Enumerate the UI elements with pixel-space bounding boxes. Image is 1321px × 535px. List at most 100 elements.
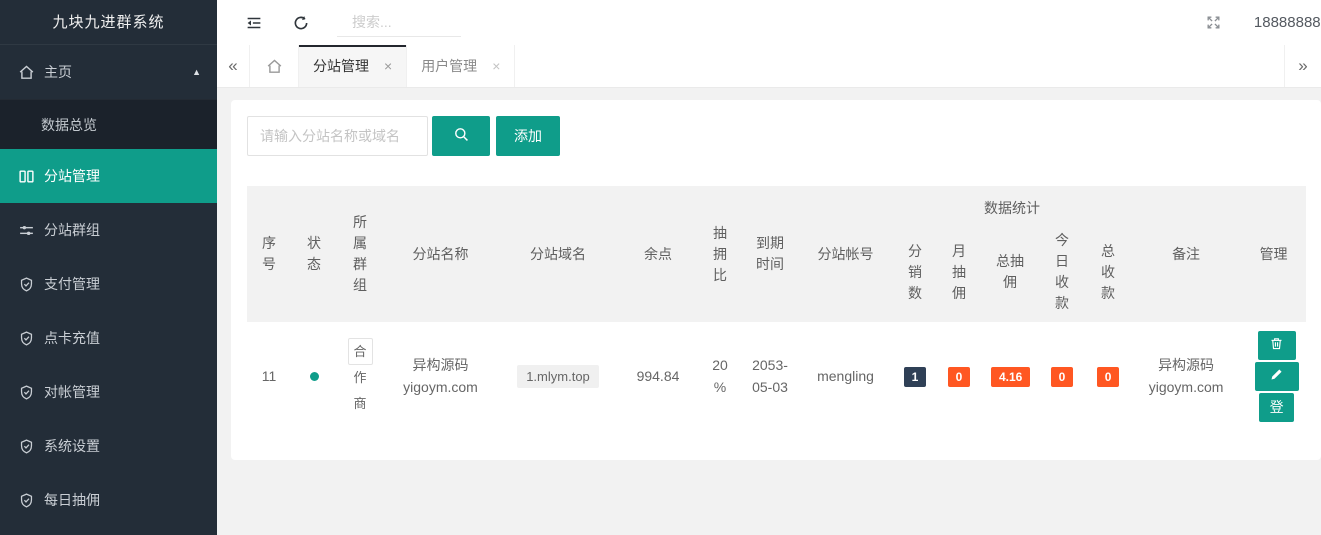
sidebar-item-data-overview[interactable]: 数据总览 — [0, 99, 217, 149]
col-group-header-stats: 数据统计 — [893, 186, 1131, 222]
tabs-scroll-right-icon[interactable]: » — [1284, 45, 1321, 87]
cell-account: mengling — [798, 322, 893, 430]
shield-check-icon — [18, 438, 35, 455]
total-income-badge: 0 — [1097, 367, 1120, 387]
sidebar-item-label: 分站群组 — [44, 220, 100, 240]
month-commission-badge: 0 — [948, 367, 971, 387]
sidebar-item-label: 数据总览 — [41, 115, 97, 135]
col-header-seq: 序号 — [247, 186, 291, 322]
cell-actions: 登 — [1241, 322, 1306, 430]
col-header-remark: 备注 — [1131, 186, 1241, 322]
collapse-arrow-icon: ▲ — [192, 67, 201, 77]
edit-button[interactable] — [1255, 362, 1299, 391]
user-phone[interactable]: 188888888 — [1254, 14, 1321, 31]
trash-icon — [1269, 336, 1284, 354]
table-header: 序号 状态 所属群组 分站名称 分站域名 余点 抽拥比 到期时间 分站帐号 数据… — [247, 186, 1306, 322]
domain-tag: 1.mlym.top — [517, 365, 599, 388]
search-input[interactable] — [337, 9, 461, 37]
topbar: 188888888 — [217, 0, 1321, 45]
status-dot — [310, 372, 319, 381]
sidebar-item-reconciliation[interactable]: 对帐管理 — [0, 365, 217, 419]
search-icon — [452, 125, 471, 147]
sidebar-item-label: 主页 — [44, 62, 72, 82]
tab-label: 用户管理 — [421, 56, 477, 76]
shield-check-icon — [18, 492, 35, 509]
sidebar-item-system-settings[interactable]: 系统设置 — [0, 419, 217, 473]
close-icon[interactable]: × — [384, 59, 392, 73]
sidebar-item-payment[interactable]: 支付管理 — [0, 257, 217, 311]
col-header-status: 状态 — [291, 186, 337, 322]
tab-label: 分站管理 — [313, 56, 369, 76]
shield-check-icon — [18, 384, 35, 401]
sidebar-item-label: 每日抽佣 — [44, 490, 100, 510]
cell-group: 合作商 — [337, 322, 383, 430]
today-income-badge: 0 — [1051, 367, 1074, 387]
col-header-site-name: 分站名称 — [383, 186, 498, 322]
sites-table: 序号 状态 所属群组 分站名称 分站域名 余点 抽拥比 到期时间 分站帐号 数据… — [247, 186, 1306, 430]
home-icon — [18, 64, 35, 81]
cell-total-income: 0 — [1085, 322, 1131, 430]
cell-ratio: 20 % — [698, 322, 742, 430]
tabs-scroll-left-icon[interactable]: « — [217, 45, 250, 87]
delete-button[interactable] — [1258, 331, 1296, 360]
col-header-manage: 管理 — [1241, 186, 1306, 322]
sidebar: 九块九进群系统 主页 ▲ 数据总览 分站管理 分站群组 支付管理 点卡充值 — [0, 0, 217, 535]
refresh-icon[interactable] — [291, 13, 311, 33]
pencil-icon — [1269, 367, 1284, 385]
group-tag: 合作商 — [348, 338, 373, 365]
col-header-ratio: 抽拥比 — [698, 186, 742, 322]
content-area: 添加 序号 状态 所属群组 分站名称 分站域名 余点 — [217, 88, 1321, 535]
sliders-icon — [18, 222, 35, 239]
fullscreen-icon[interactable] — [1204, 13, 1224, 33]
tab-site-management[interactable]: 分站管理 × — [299, 45, 407, 87]
col-header-balance: 余点 — [618, 186, 698, 322]
tab-user-management[interactable]: 用户管理 × — [407, 45, 515, 87]
sidebar-item-label: 点卡充值 — [44, 328, 100, 348]
col-header-month-commission: 月抽佣 — [937, 222, 981, 322]
login-button[interactable]: 登 — [1259, 393, 1294, 422]
cell-remark: 异构源码 yigoym.com — [1131, 322, 1241, 430]
columns-icon — [18, 168, 35, 185]
distributors-badge: 1 — [904, 367, 927, 387]
col-header-expire: 到期时间 — [742, 186, 798, 322]
collapse-sidebar-icon[interactable] — [244, 13, 264, 33]
add-button[interactable]: 添加 — [496, 116, 560, 156]
shield-check-icon — [18, 330, 35, 347]
col-header-account: 分站帐号 — [798, 186, 893, 322]
total-commission-badge: 4.16 — [991, 367, 1030, 387]
cell-domain: 1.mlym.top — [498, 322, 618, 430]
sidebar-item-label: 分站管理 — [44, 166, 100, 186]
cell-status — [291, 322, 337, 430]
app-title: 九块九进群系统 — [0, 0, 217, 45]
cell-site-name: 异构源码 yigoym.com — [383, 322, 498, 430]
col-header-group: 所属群组 — [337, 186, 383, 322]
site-management-panel: 添加 序号 状态 所属群组 分站名称 分站域名 余点 — [231, 100, 1321, 460]
shield-check-icon — [18, 276, 35, 293]
sidebar-item-site-management[interactable]: 分站管理 — [0, 149, 217, 203]
sidebar-item-daily-commission[interactable]: 每日抽佣 — [0, 473, 217, 527]
sidebar-item-site-groups[interactable]: 分站群组 — [0, 203, 217, 257]
search-button[interactable] — [432, 116, 490, 156]
sidebar-item-label: 对帐管理 — [44, 382, 100, 402]
cell-expire: 2053-05-03 — [742, 322, 798, 430]
table-row: 11 合作商 异构源码 yigoym.com 1.mlym.top 994.84… — [247, 322, 1306, 430]
cell-seq: 11 — [247, 322, 291, 430]
site-search-input[interactable] — [247, 116, 428, 156]
close-icon[interactable]: × — [492, 59, 500, 73]
cell-month-commission: 0 — [937, 322, 981, 430]
sidebar-item-card-recharge[interactable]: 点卡充值 — [0, 311, 217, 365]
toolbar: 添加 — [247, 116, 1305, 156]
col-header-distributors: 分销数 — [893, 222, 937, 322]
cell-balance: 994.84 — [618, 322, 698, 430]
col-header-domain: 分站域名 — [498, 186, 618, 322]
cell-total-commission: 4.16 — [981, 322, 1039, 430]
cell-today-income: 0 — [1039, 322, 1085, 430]
sidebar-item-label: 系统设置 — [44, 436, 100, 456]
col-header-total-commission: 总抽佣 — [981, 222, 1039, 322]
sidebar-item-label: 支付管理 — [44, 274, 100, 294]
tabbar: « 分站管理 × 用户管理 × » — [217, 45, 1321, 88]
col-header-total-income: 总收款 — [1085, 222, 1131, 322]
sidebar-item-home[interactable]: 主页 ▲ — [0, 45, 217, 99]
col-header-today-income: 今日收款 — [1039, 222, 1085, 322]
tab-home[interactable] — [250, 45, 299, 87]
